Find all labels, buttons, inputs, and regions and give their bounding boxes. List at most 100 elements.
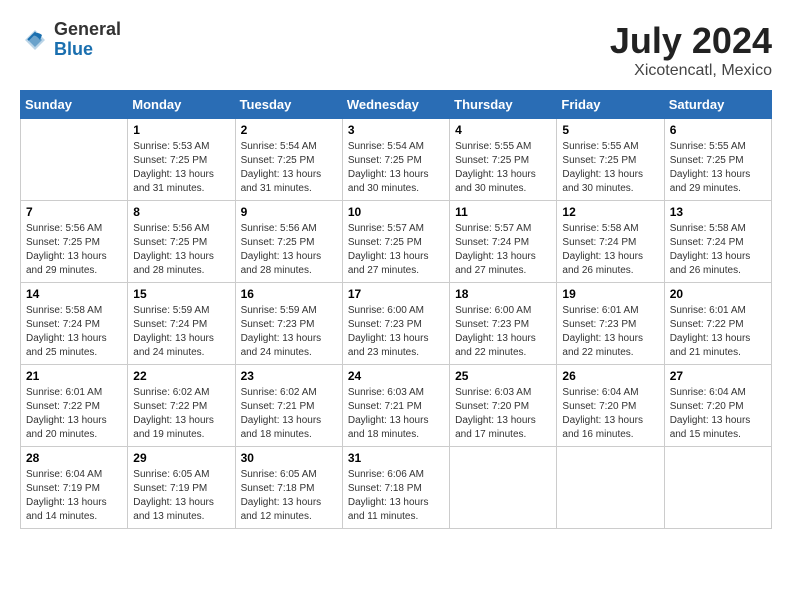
day-info: Sunrise: 5:59 AM Sunset: 7:24 PM Dayligh… — [133, 304, 229, 360]
day-cell: 2 Sunrise: 5:54 AM Sunset: 7:25 PM Dayli… — [235, 119, 342, 201]
sunrise-text: Sunrise: 5:57 AM — [455, 223, 531, 234]
day-info: Sunrise: 6:05 AM Sunset: 7:18 PM Dayligh… — [241, 468, 337, 524]
day-info: Sunrise: 5:57 AM Sunset: 7:24 PM Dayligh… — [455, 222, 551, 278]
day-info: Sunrise: 5:58 AM Sunset: 7:24 PM Dayligh… — [562, 222, 658, 278]
day-cell: 23 Sunrise: 6:02 AM Sunset: 7:21 PM Dayl… — [235, 365, 342, 447]
day-number: 9 — [241, 205, 337, 219]
sunset-text: Sunset: 7:20 PM — [670, 401, 744, 412]
day-info: Sunrise: 5:55 AM Sunset: 7:25 PM Dayligh… — [670, 140, 766, 196]
daylight-text: Daylight: 13 hours and 20 minutes. — [26, 415, 107, 440]
sunrise-text: Sunrise: 6:06 AM — [348, 469, 424, 480]
daylight-text: Daylight: 13 hours and 29 minutes. — [670, 169, 751, 194]
logo: General Blue — [20, 20, 121, 60]
sunrise-text: Sunrise: 5:58 AM — [670, 223, 746, 234]
sunset-text: Sunset: 7:24 PM — [133, 319, 207, 330]
day-info: Sunrise: 6:04 AM Sunset: 7:20 PM Dayligh… — [562, 386, 658, 442]
sunrise-text: Sunrise: 6:03 AM — [455, 387, 531, 398]
sunset-text: Sunset: 7:24 PM — [26, 319, 100, 330]
sunset-text: Sunset: 7:18 PM — [348, 483, 422, 494]
day-info: Sunrise: 6:06 AM Sunset: 7:18 PM Dayligh… — [348, 468, 444, 524]
day-number: 8 — [133, 205, 229, 219]
header-cell-wednesday: Wednesday — [342, 91, 449, 119]
sunset-text: Sunset: 7:25 PM — [348, 237, 422, 248]
day-cell: 14 Sunrise: 5:58 AM Sunset: 7:24 PM Dayl… — [21, 283, 128, 365]
day-cell: 12 Sunrise: 5:58 AM Sunset: 7:24 PM Dayl… — [557, 201, 664, 283]
day-cell: 29 Sunrise: 6:05 AM Sunset: 7:19 PM Dayl… — [128, 447, 235, 529]
daylight-text: Daylight: 13 hours and 29 minutes. — [26, 251, 107, 276]
sunset-text: Sunset: 7:19 PM — [133, 483, 207, 494]
page-header: General Blue July 2024 Xicotencatl, Mexi… — [20, 20, 772, 80]
sunrise-text: Sunrise: 5:55 AM — [455, 141, 531, 152]
day-info: Sunrise: 6:04 AM Sunset: 7:20 PM Dayligh… — [670, 386, 766, 442]
sunrise-text: Sunrise: 6:04 AM — [26, 469, 102, 480]
daylight-text: Daylight: 13 hours and 28 minutes. — [133, 251, 214, 276]
daylight-text: Daylight: 13 hours and 24 minutes. — [241, 333, 322, 358]
day-number: 23 — [241, 369, 337, 383]
day-number: 27 — [670, 369, 766, 383]
day-number: 17 — [348, 287, 444, 301]
day-number: 12 — [562, 205, 658, 219]
sunrise-text: Sunrise: 6:04 AM — [670, 387, 746, 398]
daylight-text: Daylight: 13 hours and 22 minutes. — [455, 333, 536, 358]
sunset-text: Sunset: 7:20 PM — [562, 401, 636, 412]
day-number: 14 — [26, 287, 122, 301]
day-number: 4 — [455, 123, 551, 137]
day-number: 31 — [348, 451, 444, 465]
day-cell: 28 Sunrise: 6:04 AM Sunset: 7:19 PM Dayl… — [21, 447, 128, 529]
daylight-text: Daylight: 13 hours and 25 minutes. — [26, 333, 107, 358]
sunset-text: Sunset: 7:24 PM — [455, 237, 529, 248]
daylight-text: Daylight: 13 hours and 16 minutes. — [562, 415, 643, 440]
day-number: 11 — [455, 205, 551, 219]
sunrise-text: Sunrise: 5:56 AM — [133, 223, 209, 234]
day-cell: 30 Sunrise: 6:05 AM Sunset: 7:18 PM Dayl… — [235, 447, 342, 529]
sunrise-text: Sunrise: 5:55 AM — [670, 141, 746, 152]
header-row: SundayMondayTuesdayWednesdayThursdayFrid… — [21, 91, 772, 119]
logo-icon — [20, 25, 50, 55]
day-cell: 13 Sunrise: 5:58 AM Sunset: 7:24 PM Dayl… — [664, 201, 771, 283]
sunset-text: Sunset: 7:24 PM — [670, 237, 744, 248]
day-number: 21 — [26, 369, 122, 383]
sunrise-text: Sunrise: 5:56 AM — [241, 223, 317, 234]
day-number: 3 — [348, 123, 444, 137]
day-info: Sunrise: 5:58 AM Sunset: 7:24 PM Dayligh… — [26, 304, 122, 360]
calendar-subtitle: Xicotencatl, Mexico — [610, 62, 772, 80]
day-cell: 21 Sunrise: 6:01 AM Sunset: 7:22 PM Dayl… — [21, 365, 128, 447]
sunset-text: Sunset: 7:20 PM — [455, 401, 529, 412]
daylight-text: Daylight: 13 hours and 14 minutes. — [26, 497, 107, 522]
sunrise-text: Sunrise: 5:54 AM — [348, 141, 424, 152]
day-number: 10 — [348, 205, 444, 219]
title-section: July 2024 Xicotencatl, Mexico — [610, 20, 772, 80]
day-cell — [21, 119, 128, 201]
day-number: 29 — [133, 451, 229, 465]
daylight-text: Daylight: 13 hours and 23 minutes. — [348, 333, 429, 358]
sunrise-text: Sunrise: 5:57 AM — [348, 223, 424, 234]
day-cell: 8 Sunrise: 5:56 AM Sunset: 7:25 PM Dayli… — [128, 201, 235, 283]
day-number: 22 — [133, 369, 229, 383]
daylight-text: Daylight: 13 hours and 12 minutes. — [241, 497, 322, 522]
day-number: 7 — [26, 205, 122, 219]
header-cell-tuesday: Tuesday — [235, 91, 342, 119]
logo-blue-text: Blue — [54, 40, 121, 60]
day-cell: 22 Sunrise: 6:02 AM Sunset: 7:22 PM Dayl… — [128, 365, 235, 447]
sunrise-text: Sunrise: 6:04 AM — [562, 387, 638, 398]
day-cell — [557, 447, 664, 529]
week-row-5: 28 Sunrise: 6:04 AM Sunset: 7:19 PM Dayl… — [21, 447, 772, 529]
sunset-text: Sunset: 7:19 PM — [26, 483, 100, 494]
sunrise-text: Sunrise: 5:58 AM — [26, 305, 102, 316]
day-info: Sunrise: 6:00 AM Sunset: 7:23 PM Dayligh… — [348, 304, 444, 360]
daylight-text: Daylight: 13 hours and 26 minutes. — [562, 251, 643, 276]
daylight-text: Daylight: 13 hours and 21 minutes. — [670, 333, 751, 358]
day-number: 18 — [455, 287, 551, 301]
day-info: Sunrise: 6:02 AM Sunset: 7:21 PM Dayligh… — [241, 386, 337, 442]
sunset-text: Sunset: 7:25 PM — [133, 155, 207, 166]
sunrise-text: Sunrise: 6:00 AM — [455, 305, 531, 316]
daylight-text: Daylight: 13 hours and 18 minutes. — [348, 415, 429, 440]
day-number: 1 — [133, 123, 229, 137]
daylight-text: Daylight: 13 hours and 30 minutes. — [562, 169, 643, 194]
sunset-text: Sunset: 7:25 PM — [133, 237, 207, 248]
day-info: Sunrise: 5:56 AM Sunset: 7:25 PM Dayligh… — [241, 222, 337, 278]
daylight-text: Daylight: 13 hours and 28 minutes. — [241, 251, 322, 276]
day-info: Sunrise: 5:56 AM Sunset: 7:25 PM Dayligh… — [26, 222, 122, 278]
logo-general-text: General — [54, 20, 121, 40]
day-cell — [664, 447, 771, 529]
